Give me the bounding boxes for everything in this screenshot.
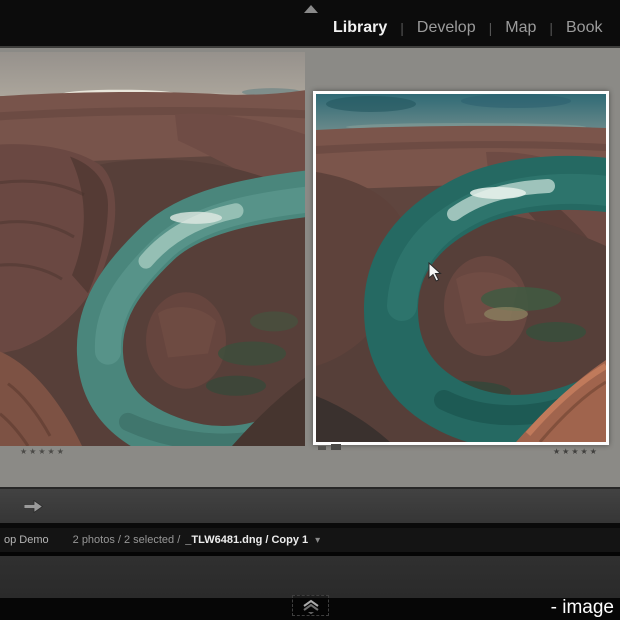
top-panel-toggle-icon[interactable] — [303, 1, 319, 13]
tab-library[interactable]: Library — [333, 19, 387, 37]
horseshoe-bend-image-right — [316, 94, 606, 442]
photo-left[interactable] — [0, 52, 305, 446]
top-bar: Library | Develop | Map | Book — [0, 0, 620, 46]
rating-stars-right[interactable]: ★★★★★ — [553, 447, 599, 456]
nav-separator: | — [400, 20, 404, 36]
photo-right[interactable] — [313, 91, 609, 445]
toolbar — [0, 487, 620, 523]
tab-develop[interactable]: Develop — [417, 19, 476, 37]
active-filename[interactable]: _TLW6481.dng / Copy 1 — [185, 534, 308, 546]
rating-stars-left[interactable]: ★★★★★ — [20, 447, 66, 456]
arrow-right-icon[interactable] — [23, 499, 44, 514]
filmstrip-status-bar: op Demo 2 photos / 2 selected / _TLW6481… — [0, 528, 620, 552]
filename-dropdown-icon[interactable]: ▾ — [315, 535, 320, 546]
horseshoe-bend-image-left — [0, 52, 305, 446]
compare-view: ★★★★★ ★★★★★ — [0, 48, 620, 487]
nav-separator: | — [549, 20, 553, 36]
caption-text: - image — [550, 597, 614, 618]
nav-separator: | — [488, 20, 493, 36]
selection-info: 2 photos / 2 selected / — [72, 534, 181, 546]
lightroom-window: Library | Develop | Map | Book ★★★★★ ★★★… — [0, 0, 620, 620]
tab-map[interactable]: Map — [505, 19, 536, 37]
tab-book[interactable]: Book — [566, 19, 602, 37]
catalog-label: op Demo — [4, 534, 49, 546]
filmstrip-area — [0, 556, 620, 598]
photo-badge-marks — [318, 444, 341, 450]
module-picker: Library | Develop | Map | Book — [333, 0, 602, 46]
filmstrip-toggle-icon[interactable] — [292, 595, 329, 616]
